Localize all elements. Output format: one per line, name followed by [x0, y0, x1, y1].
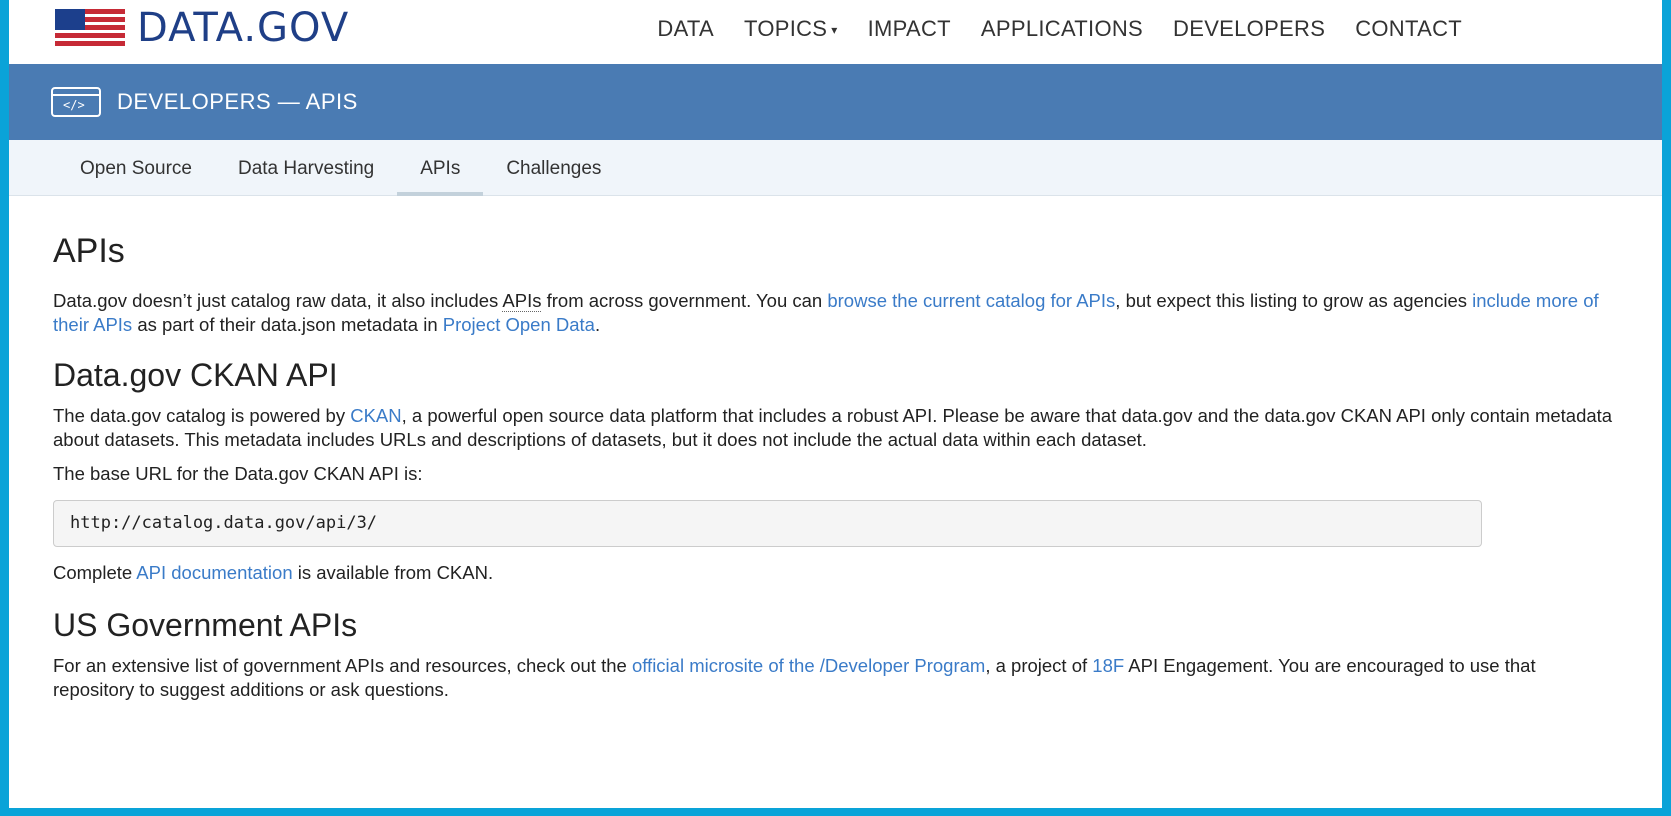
base-url-code: http://catalog.data.gov/api/3/	[53, 500, 1482, 547]
caret-down-icon: ▾	[831, 23, 838, 38]
project-open-data-link[interactable]: Project Open Data	[443, 314, 595, 335]
nav-topics[interactable]: TOPICS ▾	[744, 16, 838, 42]
section-title: DEVELOPERS — APIS	[117, 89, 358, 114]
us-gov-apis-text: For an extensive list of government APIs…	[53, 655, 1536, 700]
logo-text: DATA.GOV	[137, 5, 350, 51]
nav-applications[interactable]: APPLICATIONS	[981, 16, 1143, 42]
base-url-text: The base URL for the Data.gov CKAN API i…	[53, 463, 423, 484]
ckan-heading: Data.gov CKAN API	[53, 357, 338, 393]
main-content: APIs Data.gov doesn’t just catalog raw d…	[9, 196, 1662, 702]
ckan-link[interactable]: CKAN	[350, 405, 401, 426]
tab-apis[interactable]: APIs	[397, 140, 484, 196]
site-logo[interactable]: DATA.GOV	[55, 8, 349, 48]
us-gov-apis-heading: US Government APIs	[53, 607, 358, 643]
tab-open-source[interactable]: Open Source	[57, 140, 215, 195]
main-nav: DATA TOPICS ▾ IMPACT APPLICATIONS DEVELOP…	[657, 16, 1462, 42]
browse-catalog-link[interactable]: browse the current catalog for APIs	[827, 290, 1115, 311]
developer-program-link[interactable]: official microsite of the /Developer Pro…	[632, 655, 985, 676]
sub-nav: Open Source Data Harvesting APIs Challen…	[9, 140, 1662, 196]
code-window-icon: </>	[51, 87, 101, 117]
api-documentation-link[interactable]: API documentation	[136, 562, 292, 583]
ckan-intro: The data.gov catalog is powered by CKAN,…	[53, 405, 1613, 450]
apis-intro: Data.gov doesn’t just catalog raw data, …	[53, 290, 1599, 335]
site-header: DATA.GOV DATA TOPICS ▾ IMPACT APPLICATION…	[9, 0, 1662, 64]
api-doc-text: Complete API documentation is available …	[53, 562, 494, 583]
nav-impact[interactable]: IMPACT	[868, 16, 951, 42]
nav-data[interactable]: DATA	[657, 16, 714, 42]
us-flag-icon	[55, 9, 125, 47]
18f-link[interactable]: 18F	[1092, 655, 1124, 676]
nav-contact[interactable]: CONTACT	[1355, 16, 1462, 42]
tab-challenges[interactable]: Challenges	[483, 140, 624, 195]
apis-abbr: APIs	[502, 290, 542, 312]
apis-heading: APIs	[53, 232, 125, 270]
page-frame: DATA.GOV DATA TOPICS ▾ IMPACT APPLICATION…	[9, 0, 1662, 808]
nav-developers[interactable]: DEVELOPERS	[1173, 16, 1325, 42]
tab-data-harvesting[interactable]: Data Harvesting	[215, 140, 397, 195]
section-band: </> DEVELOPERS — APIS	[9, 64, 1662, 140]
